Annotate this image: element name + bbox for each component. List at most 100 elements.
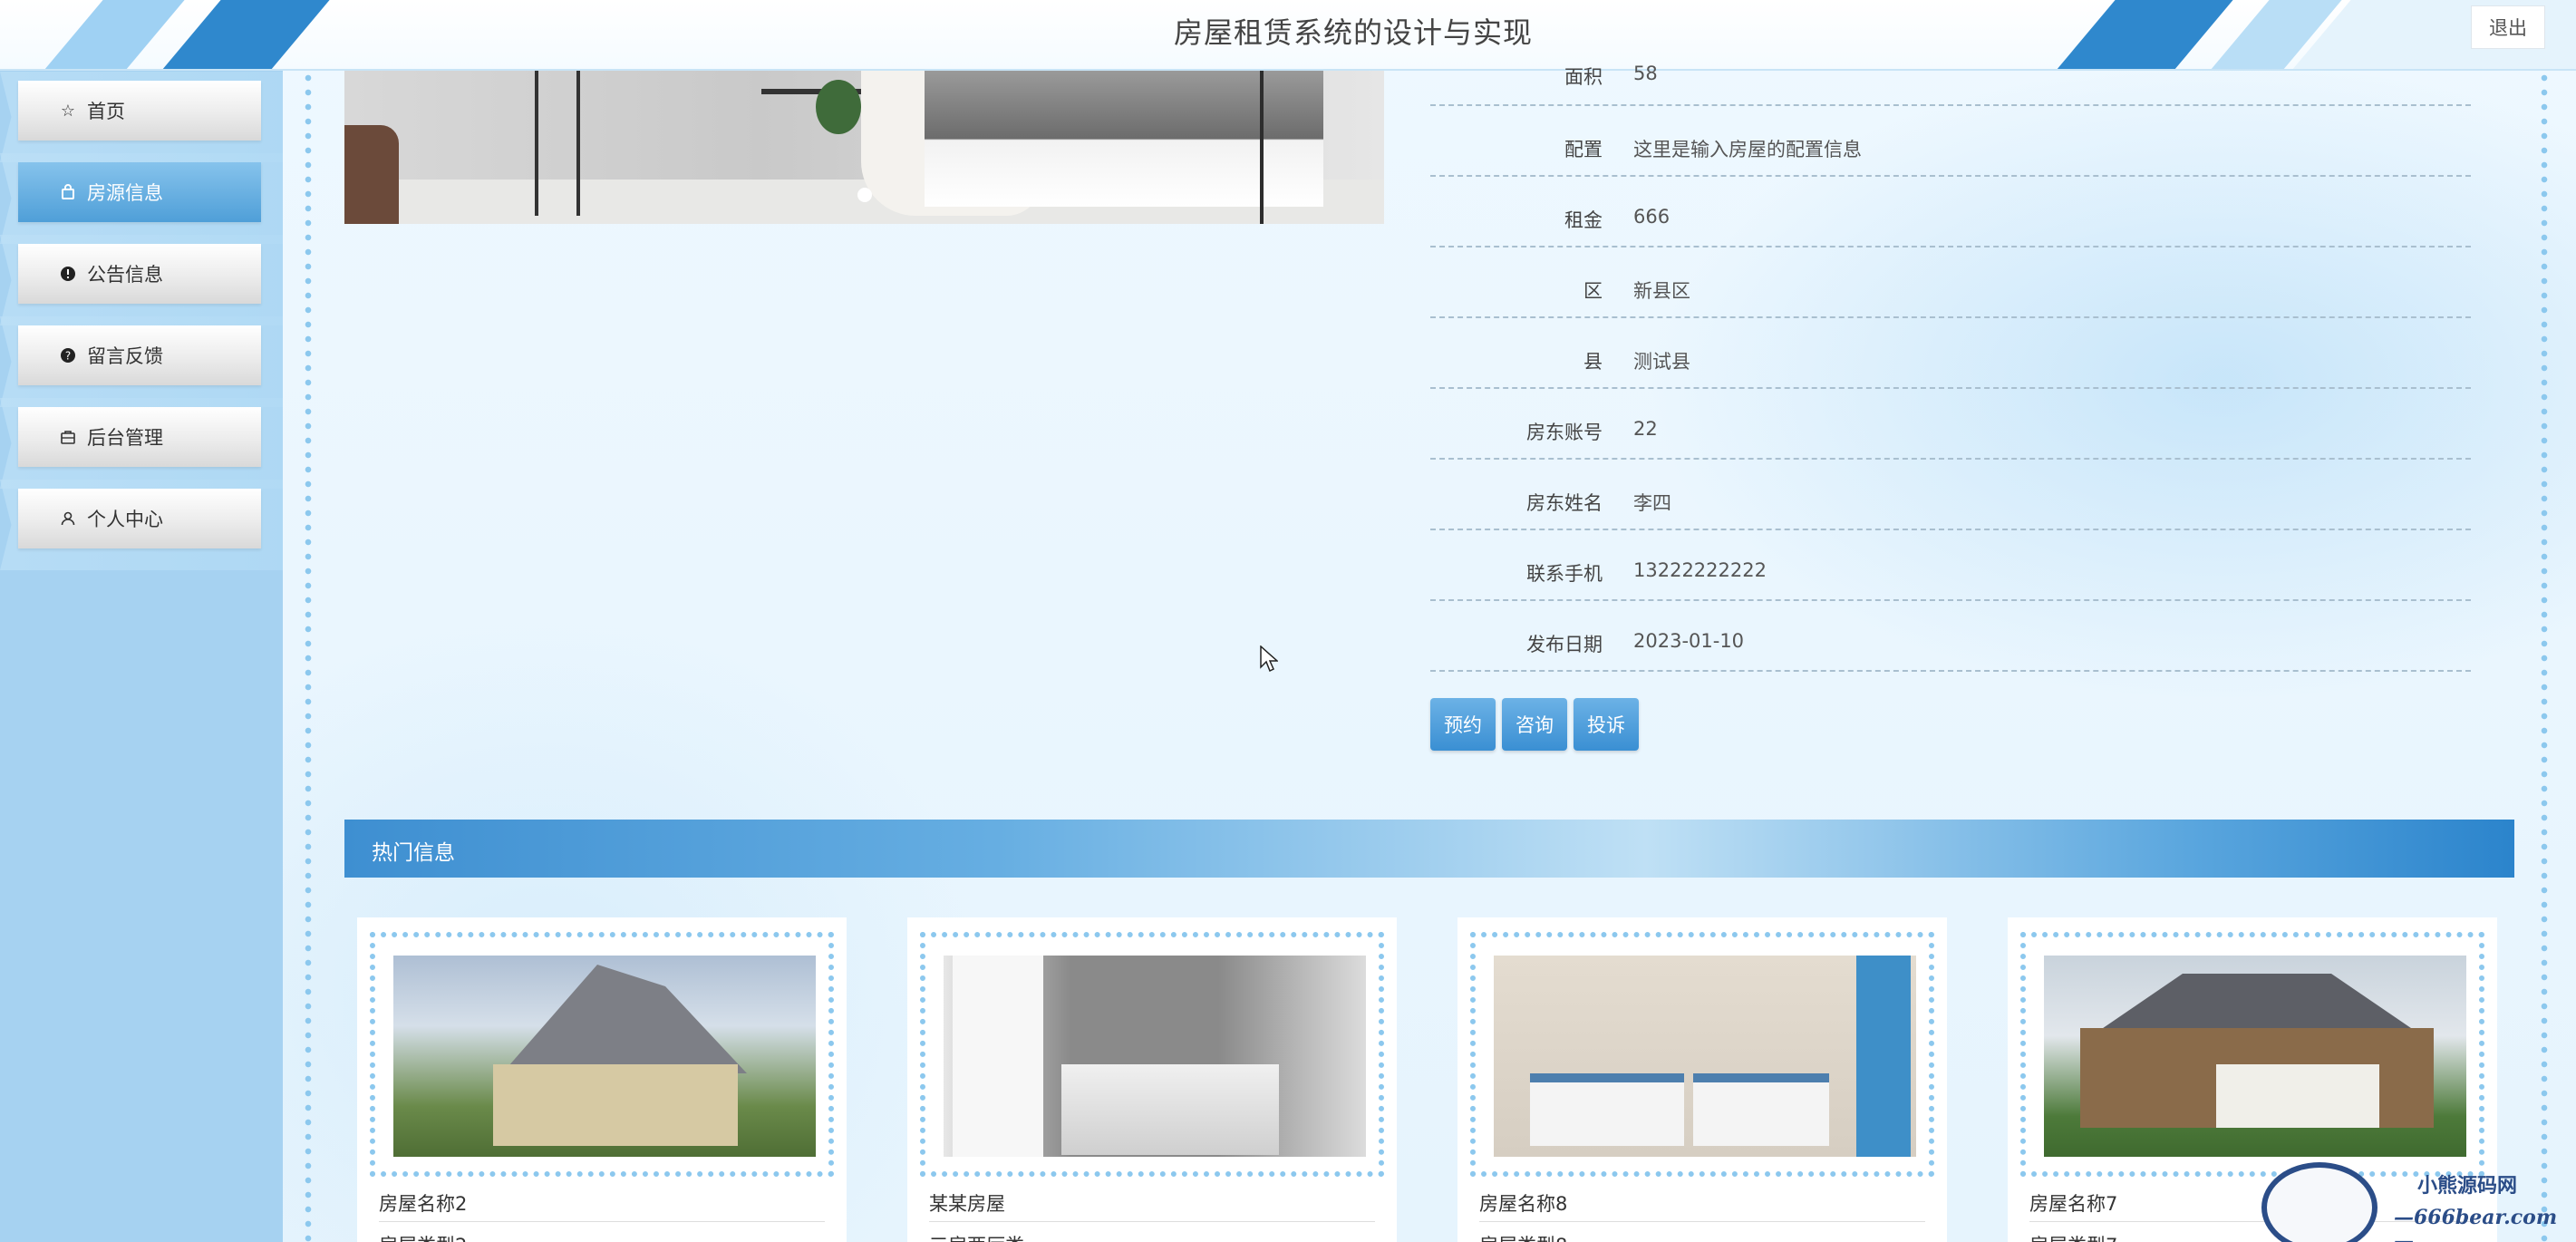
hot-house-card[interactable]: 房屋名称8 房屋类型8 [1457, 917, 1947, 1242]
house-photo [393, 956, 816, 1157]
detail-value: 测试县 [1633, 351, 1690, 373]
house-thumbnail[interactable] [1494, 956, 1916, 1157]
detail-label: 联系手机 [1526, 563, 1603, 585]
house-photo [2044, 956, 2466, 1157]
sidebar: ☆ 首页 房源信息 公告信息 ? 留言反馈 后台管理 个人中心 [0, 71, 283, 1242]
card-divider [379, 1221, 825, 1222]
sidebar-item-wrap: ☆ 首页 [0, 81, 283, 153]
house-photo-bed [1693, 1073, 1829, 1146]
detail-label: 房东姓名 [1526, 492, 1603, 514]
house-type: 房屋类型2 [379, 1231, 467, 1242]
house-photo-roof [502, 965, 747, 1073]
carousel-photo-chair [535, 71, 580, 216]
sidebar-item-wrap: 后台管理 [0, 407, 283, 480]
detail-row-publish-date: 发布日期 2023-01-10 [1430, 601, 2471, 672]
detail-label: 县 [1583, 351, 1603, 373]
detail-value: 666 [1633, 206, 1671, 228]
house-photo-window [953, 956, 1043, 1157]
detail-value: 这里是输入房屋的配置信息 [1633, 139, 1862, 160]
house-type: 房屋类型8 [1479, 1231, 1567, 1242]
bear-logo-icon [2261, 1162, 2377, 1242]
sidebar-item-admin[interactable]: 后台管理 [18, 407, 261, 467]
house-photo [944, 956, 1366, 1157]
hot-house-card[interactable]: 某某房屋 三房两厅类 [907, 917, 1397, 1242]
watermark-text: 小熊源码网 [2417, 1174, 2518, 1198]
sidebar-item-label: 个人中心 [87, 509, 163, 530]
detail-row-rent: 租金 666 [1430, 177, 2471, 247]
house-photo [1494, 956, 1916, 1157]
house-name: 房屋名称8 [1479, 1193, 1568, 1215]
detail-label: 配置 [1564, 139, 1603, 160]
house-thumbnail[interactable] [2044, 956, 2466, 1157]
house-thumbnail[interactable] [944, 956, 1366, 1157]
detail-value: 22 [1633, 418, 1658, 440]
house-photo-porch [2216, 1064, 2379, 1128]
detail-row-landlord-account: 房东账号 22 [1430, 389, 2471, 460]
logout-button[interactable]: 退出 [2471, 5, 2545, 49]
exclamation-icon [58, 264, 78, 284]
detail-row-area: 面积 58 [1430, 35, 2471, 106]
detail-label: 面积 [1564, 66, 1603, 88]
house-photo-wall [493, 1064, 738, 1146]
card-divider [929, 1221, 1375, 1222]
sidebar-item-label: 首页 [87, 101, 125, 122]
house-type: 三房两厅类 [929, 1231, 1024, 1242]
carousel-photo-plant [816, 80, 861, 134]
dotted-border [304, 71, 313, 1242]
detail-row-district: 区 新县区 [1430, 247, 2471, 318]
reserve-button[interactable]: 预约 [1430, 698, 1496, 751]
detail-row-phone: 联系手机 13222222222 [1430, 530, 2471, 601]
carousel-photo-lamp [1260, 71, 1323, 224]
hot-house-card[interactable]: 房屋名称2 房屋类型2 [357, 917, 847, 1242]
sidebar-item-label: 后台管理 [87, 427, 163, 449]
detail-value: 2023-01-10 [1633, 630, 1745, 652]
detail-value: 58 [1633, 63, 1658, 84]
house-type: 房屋类型7 [2029, 1231, 2117, 1242]
question-icon: ? [58, 345, 78, 365]
consult-button[interactable]: 咨询 [1502, 698, 1567, 751]
house-photo-bed [1530, 1073, 1684, 1146]
detail-value: 新县区 [1633, 280, 1690, 302]
svg-text:?: ? [65, 350, 71, 363]
house-name: 某某房屋 [929, 1193, 1005, 1215]
detail-value: 13222222222 [1633, 559, 1767, 581]
detail-label: 发布日期 [1526, 634, 1603, 655]
detail-value: 李四 [1633, 492, 1671, 514]
hot-info-title: 热门信息 [372, 841, 455, 865]
sidebar-item-listings[interactable]: 房源信息 [18, 162, 261, 222]
detail-label: 房东账号 [1526, 422, 1603, 443]
sidebar-item-feedback[interactable]: ? 留言反馈 [18, 325, 261, 385]
sidebar-item-wrap: 公告信息 [0, 244, 283, 316]
house-name: 房屋名称2 [379, 1193, 468, 1215]
house-photo-curtain [1856, 956, 1911, 1157]
house-photo-bed [1061, 1064, 1279, 1155]
sidebar-item-wrap: ? 留言反馈 [0, 325, 283, 398]
detail-row-landlord-name: 房东姓名 李四 [1430, 460, 2471, 530]
card-divider [1479, 1221, 1925, 1222]
briefcase-icon [58, 427, 78, 447]
sidebar-item-label: 公告信息 [87, 264, 163, 286]
sidebar-item-announcements[interactable]: 公告信息 [18, 244, 261, 304]
user-icon [58, 509, 78, 529]
detail-row-config: 配置 这里是输入房屋的配置信息 [1430, 106, 2471, 177]
sidebar-item-label: 留言反馈 [87, 345, 163, 367]
house-name: 房屋名称7 [2029, 1193, 2118, 1215]
sidebar-item-profile[interactable]: 个人中心 [18, 489, 261, 548]
hot-info-header: 热门信息 [344, 820, 2514, 878]
sidebar-item-wrap: 房源信息 [0, 162, 283, 235]
sidebar-item-label: 房源信息 [87, 182, 163, 204]
house-thumbnail[interactable] [393, 956, 816, 1157]
dotted-border [2540, 71, 2549, 1242]
detail-label: 租金 [1564, 209, 1603, 231]
mouse-cursor-icon [1260, 645, 1278, 673]
detail-row-county: 县 测试县 [1430, 318, 2471, 389]
carousel-photo-sofa [344, 125, 399, 224]
complain-button[interactable]: 投诉 [1574, 698, 1639, 751]
sidebar-item-wrap: 个人中心 [0, 489, 283, 561]
watermark-logo: 小熊源码网 —666bear.com— [2261, 1162, 2576, 1242]
carousel-indicator-dot[interactable] [857, 188, 872, 202]
watermark-url: —666bear.com— [2394, 1206, 2558, 1242]
sidebar-item-home[interactable]: ☆ 首页 [18, 81, 261, 141]
detail-label: 区 [1583, 280, 1603, 302]
bag-icon [58, 182, 78, 202]
